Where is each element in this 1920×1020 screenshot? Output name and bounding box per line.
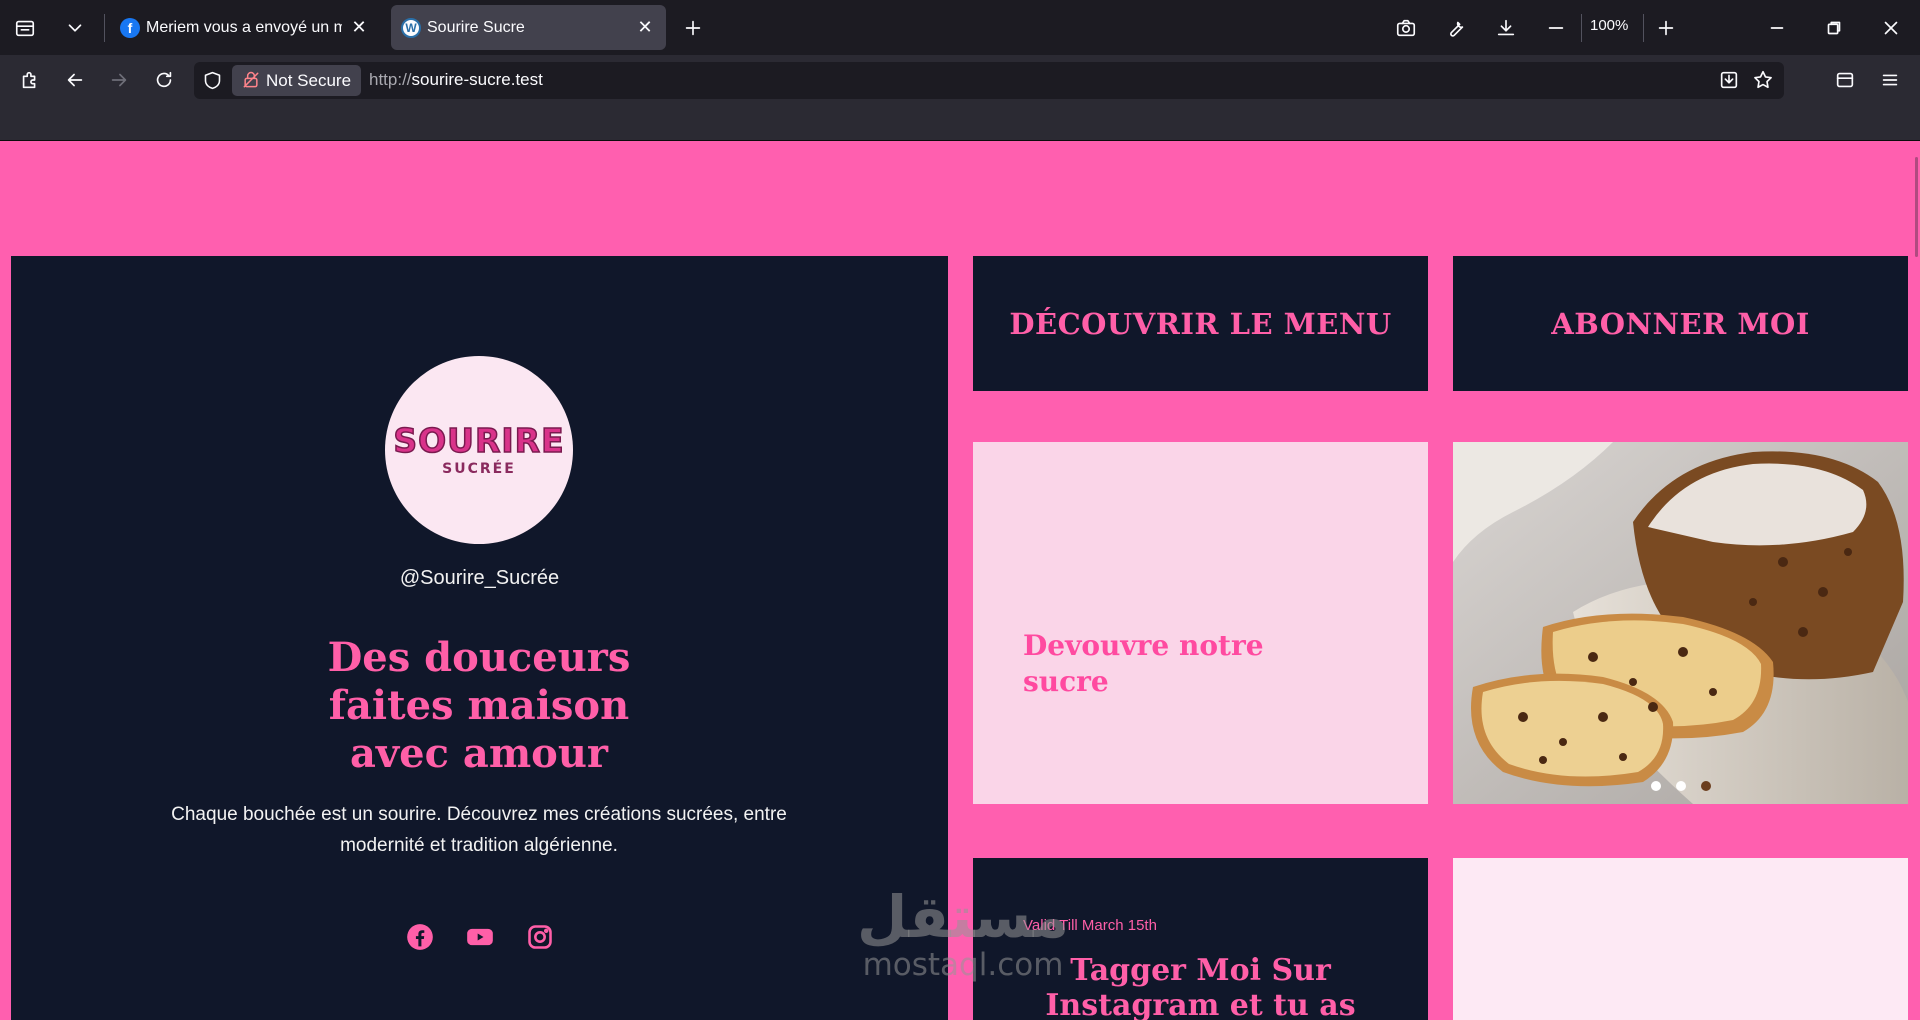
hero-description: Chaque bouchée est un sourire. Découvrez…	[151, 799, 807, 861]
url-protocol: http://	[369, 70, 412, 89]
tab-sourire-sucre[interactable]: W Sourire Sucre ✕	[391, 5, 666, 50]
screenshot-button[interactable]	[1386, 8, 1426, 48]
close-tab-icon[interactable]: ✕	[634, 17, 656, 39]
sidebar-icon	[1836, 72, 1854, 88]
tab-bar: f Meriem vous a envoyé un mess ✕ W Souri…	[0, 0, 1920, 55]
dev-tools-button[interactable]	[1436, 8, 1476, 48]
extensions-button[interactable]	[10, 60, 50, 100]
subscribe-button[interactable]: ABONNER MOI	[1453, 256, 1908, 391]
plus-icon	[685, 20, 701, 36]
arrow-right-icon	[111, 73, 127, 87]
forward-button[interactable]	[99, 60, 139, 100]
url-host: sourire-sucre.test	[411, 70, 543, 89]
logo-wordmark: SOURIRE	[393, 420, 565, 460]
reload-button[interactable]	[144, 60, 184, 100]
watermark-latin: mostaql.com	[862, 947, 1064, 983]
minus-icon	[1548, 27, 1564, 29]
firefox-view-button[interactable]	[5, 8, 45, 48]
minimize-icon	[1770, 27, 1784, 29]
wrench-icon	[1450, 21, 1464, 37]
headline-line: avec amour	[350, 730, 608, 777]
back-button[interactable]	[55, 60, 95, 100]
restore-icon	[1827, 21, 1841, 35]
security-label: Not Secure	[266, 70, 352, 90]
site-security-button[interactable]: Not Secure	[232, 65, 362, 96]
offer-title-line: Instagram et tu as	[1045, 988, 1356, 1020]
discover-menu-button[interactable]: DÉCOUVRIR LE MENU	[973, 256, 1428, 391]
carousel-dot[interactable]	[1676, 781, 1686, 791]
new-tab-button[interactable]	[673, 8, 713, 48]
close-window-button[interactable]	[1871, 8, 1911, 48]
url-text[interactable]: http://sourire-sucre.test	[369, 70, 543, 90]
camera-icon	[1396, 19, 1416, 37]
web-page: SOURIRE SUCRÉE @Sourire_Sucrée Des douce…	[0, 141, 1920, 1020]
downloads-button[interactable]	[1486, 8, 1526, 48]
url-bar[interactable]: Not Secure http://sourire-sucre.test	[194, 62, 1784, 99]
instagram-link[interactable]	[526, 923, 554, 951]
navigation-bar: Not Secure http://sourire-sucre.test	[0, 55, 1920, 105]
zoom-in-button[interactable]	[1646, 8, 1686, 48]
tab-title: Meriem vous a envoyé un mess	[146, 18, 342, 36]
facebook-icon	[406, 924, 433, 950]
bookmark-star-icon[interactable]	[1752, 69, 1774, 91]
headline-line: Des douceurs	[327, 634, 631, 681]
promo-title: Devouvre notre sucre	[1023, 628, 1323, 700]
carousel-dots	[1651, 781, 1711, 791]
youtube-icon	[466, 928, 493, 946]
page-scrollbar[interactable]	[1915, 157, 1918, 257]
description-line: Chaque bouchée est un sourire. Découvrez…	[171, 804, 787, 825]
mostaql-watermark: مستقل mostaql.com	[843, 886, 1083, 982]
tab-facebook[interactable]: f Meriem vous a envoyé un mess ✕	[110, 5, 380, 50]
empty-card	[1453, 858, 1908, 1020]
facebook-link[interactable]	[406, 923, 434, 951]
firefox-view-icon	[15, 20, 35, 37]
restore-window-button[interactable]	[1814, 8, 1854, 48]
image-carousel[interactable]	[1453, 442, 1908, 804]
arrow-left-icon	[67, 73, 83, 87]
brand-logo[interactable]: SOURIRE SUCRÉE	[385, 356, 573, 544]
minimize-window-button[interactable]	[1757, 8, 1797, 48]
instagram-icon	[527, 925, 552, 949]
tab-title: Sourire Sucre	[427, 18, 525, 36]
promo-title-line: Devouvre notre	[1023, 629, 1264, 662]
youtube-link[interactable]	[466, 923, 494, 951]
description-line: modernité et tradition algérienne.	[340, 835, 618, 856]
promo-title-line: sucre	[1023, 665, 1109, 698]
carousel-dot-active[interactable]	[1701, 781, 1711, 791]
tab-divider	[104, 14, 105, 42]
zoom-level[interactable]: 100%	[1590, 17, 1628, 34]
save-to-pocket-icon[interactable]	[1718, 69, 1740, 91]
reload-icon	[156, 71, 172, 88]
insecure-lock-icon	[243, 71, 259, 88]
close-tab-icon[interactable]: ✕	[348, 17, 370, 39]
bookmarks-toolbar	[0, 105, 1920, 141]
shield-icon[interactable]	[202, 70, 223, 91]
puzzle-icon	[22, 71, 36, 89]
download-icon	[1497, 19, 1515, 36]
hero-headline: Des douceurs faites maison avec amour	[229, 634, 729, 778]
plus-icon	[1658, 20, 1674, 36]
chevron-down-icon	[68, 24, 82, 32]
menu-button[interactable]	[1870, 60, 1910, 100]
carousel-dot[interactable]	[1651, 781, 1661, 791]
facebook-icon: f	[120, 17, 140, 38]
hero-panel: SOURIRE SUCRÉE @Sourire_Sucrée Des douce…	[11, 256, 948, 1020]
zoom-divider-left	[1581, 14, 1582, 42]
sidebar-button[interactable]	[1825, 60, 1865, 100]
hamburger-menu-icon	[1882, 74, 1898, 86]
watermark-arabic: مستقل	[856, 883, 1070, 951]
list-all-tabs-button[interactable]	[55, 8, 95, 48]
headline-line: faites maison	[328, 682, 630, 729]
zoom-out-button[interactable]	[1536, 8, 1576, 48]
logo-subtitle: SUCRÉE	[442, 460, 516, 477]
social-handle: @Sourire_Sucrée	[399, 567, 560, 589]
social-links	[11, 923, 948, 951]
cake-loaf-photo	[1453, 442, 1908, 804]
zoom-divider-right	[1643, 14, 1644, 42]
wordpress-icon: W	[401, 17, 421, 38]
promo-card[interactable]: Devouvre notre sucre	[973, 442, 1428, 804]
close-icon	[1884, 21, 1898, 35]
